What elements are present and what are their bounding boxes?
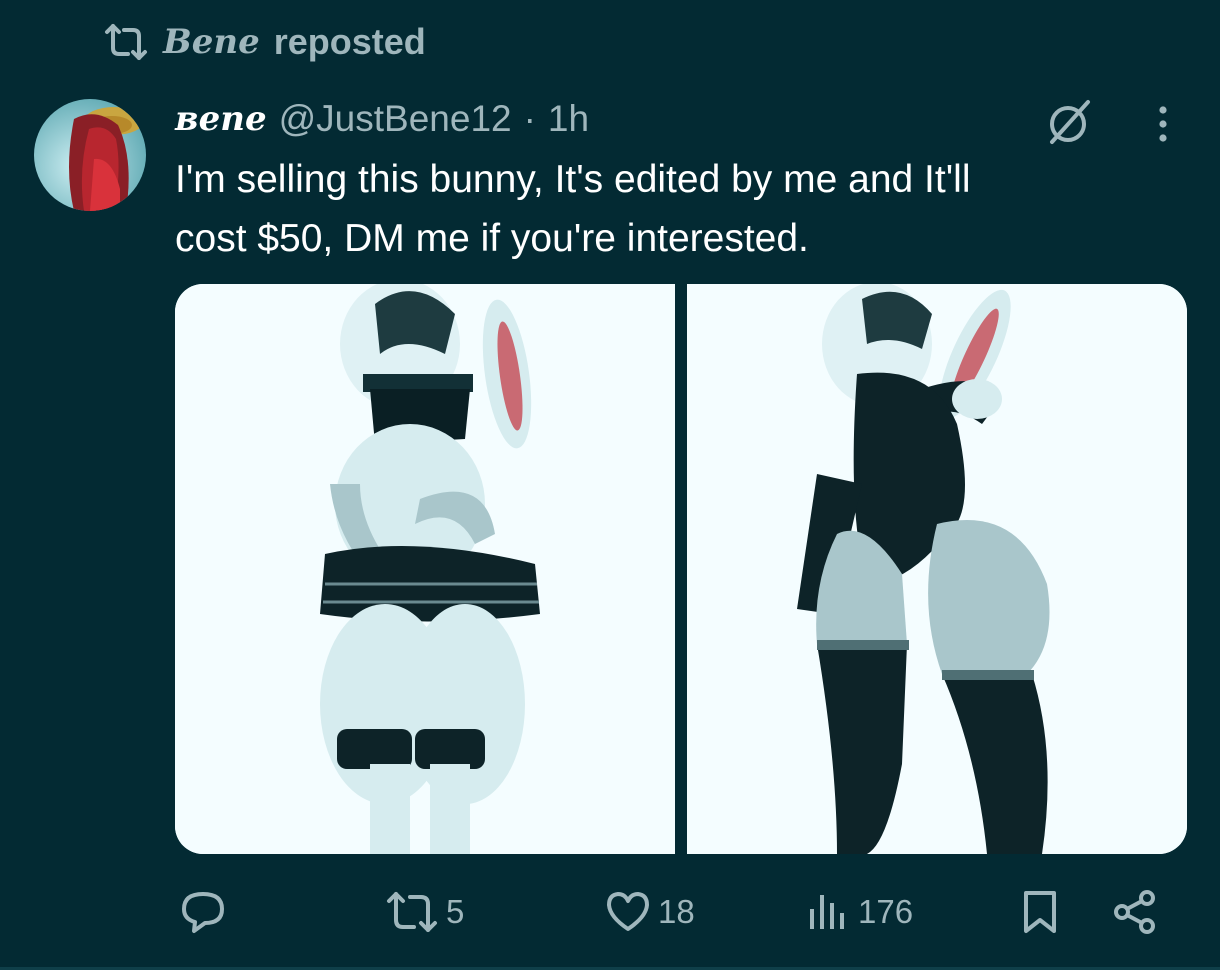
reply-icon [182,892,224,933]
repost-icon [387,892,437,932]
views-button[interactable]: 176 [804,880,913,944]
views-icon [810,895,844,929]
separator: · [523,98,536,139]
repost-button[interactable]: 5 [384,880,464,944]
repost-label: reposted [273,21,426,62]
repost-icon [103,22,149,62]
action-bar: 5 18 176 [0,880,1220,944]
bookmark-icon [1024,891,1056,933]
like-button[interactable]: 18 [604,880,695,944]
more-vertical-icon[interactable] [1148,102,1178,146]
reply-button[interactable] [178,880,234,944]
author-display-name[interactable]: ʙene [175,99,267,139]
repost-count: 5 [446,893,465,930]
media-image-1[interactable] [175,284,675,854]
post-time[interactable]: 1h [548,98,589,140]
avatar[interactable] [34,99,146,211]
author-line: ʙene @JustBene12 · 1h [175,95,589,143]
like-count: 18 [658,893,695,930]
media-grid [175,284,1187,854]
views-count: 176 [858,893,914,930]
bookmark-button[interactable] [1020,880,1060,944]
author-handle[interactable]: @JustBene12 [279,98,512,140]
tweet-text-line-2: cost $50, DM me if you're interested. [175,217,809,260]
share-button[interactable] [1110,880,1160,944]
tweet-text-line-1: I'm selling this bunny, It's edited by m… [175,158,971,201]
repost-header: Bene reposted [103,21,426,62]
reposter-name[interactable]: Bene [163,22,260,62]
tweet-text: I'm selling this bunny, It's edited by m… [175,150,1185,268]
grok-icon[interactable] [1040,96,1096,148]
share-icon [1114,890,1155,934]
media-image-2[interactable] [687,284,1187,854]
heart-icon [607,892,649,931]
